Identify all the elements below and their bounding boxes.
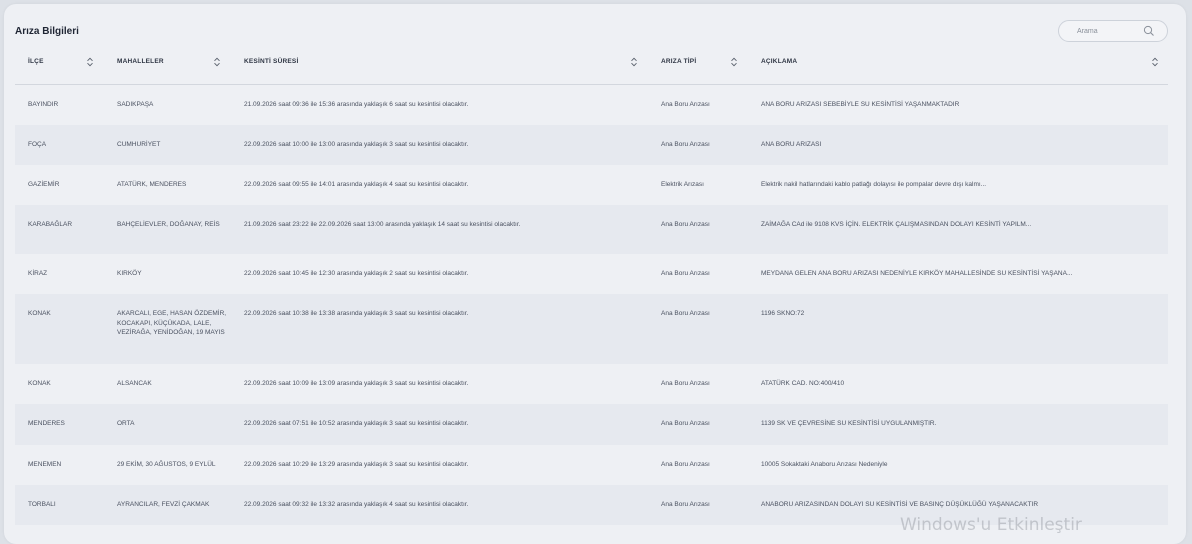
sort-icon[interactable]	[213, 57, 221, 67]
cell-kesinti-suresi: 22.09.2026 saat 07:51 ile 10:52 arasında…	[244, 420, 469, 427]
cell-kesinti-suresi: 22.09.2026 saat 10:09 ile 13:09 arasında…	[244, 380, 469, 387]
cell-ilce: KİRAZ	[28, 270, 48, 277]
cell-aciklama: ANABORU ARIZASINDAN DOLAYI SU KESİNTİSİ …	[761, 501, 1039, 508]
cell-ariza-tipi: Ana Boru Arızası	[661, 141, 710, 148]
cell-mahalleler: CUMHURİYET	[117, 141, 161, 148]
cell-ariza-tipi: Ana Boru Arızası	[661, 380, 710, 387]
cell-ilce: FOÇA	[28, 141, 47, 148]
cell-mahalleler: BAHÇELİEVLER, DOĞANAY, REİS	[117, 221, 220, 228]
cell-ariza-tipi: Ana Boru Arızası	[661, 221, 710, 228]
cell-ariza-tipi: Ana Boru Arızası	[661, 101, 710, 108]
cell-aciklama: Elektrik nakil hatlarındaki kablo patlağ…	[761, 181, 987, 188]
cell-mahalleler: KIRKÖY	[117, 270, 142, 277]
cell-ariza-tipi: Ana Boru Arızası	[661, 270, 710, 277]
sort-icon[interactable]	[630, 57, 638, 67]
cell-mahalleler: SADIKPAŞA	[117, 101, 154, 108]
cell-ilce: BAYINDIR	[28, 101, 59, 108]
cell-ariza-tipi: Ana Boru Arızası	[661, 461, 710, 468]
cell-aciklama: ZAİMAĞA CAd ile 9108 KVS İÇİN. ELEKTRİK …	[761, 221, 1032, 228]
page-title: Arıza Bilgileri	[15, 26, 79, 37]
cell-aciklama: ANA BORU ARIZASI SEBEBİYLE SU KESİNTİSİ …	[761, 101, 960, 108]
cell-kesinti-suresi: 22.09.2026 saat 10:00 ile 13:00 arasında…	[244, 141, 469, 148]
search-box[interactable]	[1058, 20, 1168, 42]
cell-ariza-tipi: Ana Boru Arızası	[661, 501, 710, 508]
cell-kesinti-suresi: 22.09.2026 saat 10:38 ile 13:38 arasında…	[244, 310, 469, 317]
cell-mahalleler: 29 EKİM, 30 AĞUSTOS, 9 EYLÜL	[117, 461, 216, 468]
table-row[interactable]: KONAK AKARCALI, EGE, HASAN ÖZDEMİR, KOCA…	[15, 294, 1168, 364]
table-row[interactable]: MENEMEN 29 EKİM, 30 AĞUSTOS, 9 EYLÜL 22.…	[15, 445, 1168, 485]
column-header-kesinti-suresi[interactable]: KESİNTİ SÜRESİ	[244, 58, 298, 72]
cell-ilce: KONAK	[28, 310, 51, 317]
column-header-mahalleler[interactable]: MAHALLELER	[117, 58, 164, 72]
table-row[interactable]: GAZİEMİR ATATÜRK, MENDERES 22.09.2026 sa…	[15, 165, 1168, 205]
column-header-ilce[interactable]: İLÇE	[28, 58, 44, 72]
table-row[interactable]: KONAK ALSANCAK 22.09.2026 saat 10:09 ile…	[15, 364, 1168, 404]
sort-icon[interactable]	[1151, 57, 1159, 67]
cell-aciklama: ATATÜRK CAD. NO:400/410	[761, 380, 845, 387]
cell-kesinti-suresi: 21.09.2026 saat 09:36 ile 15:36 arasında…	[244, 101, 469, 108]
cell-aciklama: ANA BORU ARIZASI	[761, 141, 822, 148]
table-row[interactable]: FOÇA CUMHURİYET 22.09.2026 saat 10:00 il…	[15, 125, 1168, 165]
cell-aciklama: 1196 SKNO:72	[761, 310, 805, 317]
cell-ilce: GAZİEMİR	[28, 181, 60, 188]
column-header-aciklama[interactable]: AÇIKLAMA	[761, 58, 797, 72]
sort-icon[interactable]	[86, 57, 94, 67]
activation-watermark: Windows'u Etkinleştir	[900, 515, 1082, 535]
cell-kesinti-suresi: 22.09.2026 saat 10:29 ile 13:29 arasında…	[244, 461, 469, 468]
column-header-ariza-tipi[interactable]: ARIZA TİPİ	[661, 58, 696, 72]
table-row[interactable]: BAYINDIR SADIKPAŞA 21.09.2026 saat 09:36…	[15, 85, 1168, 125]
cell-kesinti-suresi: 22.09.2026 saat 09:55 ile 14:01 arasında…	[244, 181, 469, 188]
cell-mahalleler: AYRANCILAR, FEVZİ ÇAKMAK	[117, 501, 210, 508]
cell-aciklama: MEYDANA GELEN ANA BORU ARIZASI NEDENİYLE…	[761, 270, 1073, 277]
cell-kesinti-suresi: 21.09.2026 saat 23:22 ile 22.09.2026 saa…	[244, 221, 521, 228]
cell-kesinti-suresi: 22.09.2026 saat 10:45 ile 12:30 arasında…	[244, 270, 469, 277]
table-row[interactable]: KİRAZ KIRKÖY 22.09.2026 saat 10:45 ile 1…	[15, 254, 1168, 294]
cell-aciklama: 10005 Sokaktaki Anaboru Arızası Nedeniyl…	[761, 461, 888, 468]
cell-mahalleler: AKARCALI, EGE, HASAN ÖZDEMİR, KOCAKAPI, …	[117, 310, 227, 336]
cell-ilce: MENEMEN	[28, 461, 62, 468]
table-row[interactable]: KARABAĞLAR BAHÇELİEVLER, DOĞANAY, REİS 2…	[15, 205, 1168, 254]
cell-ariza-tipi: Elektrik Arızası	[661, 181, 704, 188]
table-row[interactable]: MENDERES ORTA 22.09.2026 saat 07:51 ile …	[15, 404, 1168, 445]
cell-mahalleler: ALSANCAK	[117, 380, 152, 387]
cell-mahalleler: ATATÜRK, MENDERES	[117, 181, 187, 188]
sort-icon[interactable]	[730, 57, 738, 67]
cell-mahalleler: ORTA	[117, 420, 135, 427]
cell-kesinti-suresi: 22.09.2026 saat 09:32 ile 13:32 arasında…	[244, 501, 469, 508]
cell-ariza-tipi: Ana Boru Arızası	[661, 310, 710, 317]
cell-ariza-tipi: Ana Boru Arızası	[661, 420, 710, 427]
cell-ilce: KARABAĞLAR	[28, 221, 73, 228]
search-icon[interactable]	[1143, 25, 1155, 37]
cell-ilce: TORBALI	[28, 501, 56, 508]
search-input[interactable]	[1071, 24, 1147, 38]
cell-ilce: MENDERES	[28, 420, 65, 427]
cell-ilce: KONAK	[28, 380, 51, 387]
cell-aciklama: 1139 SK VE ÇEVRESİNE SU KESİNTİSİ UYGULA…	[761, 420, 937, 427]
